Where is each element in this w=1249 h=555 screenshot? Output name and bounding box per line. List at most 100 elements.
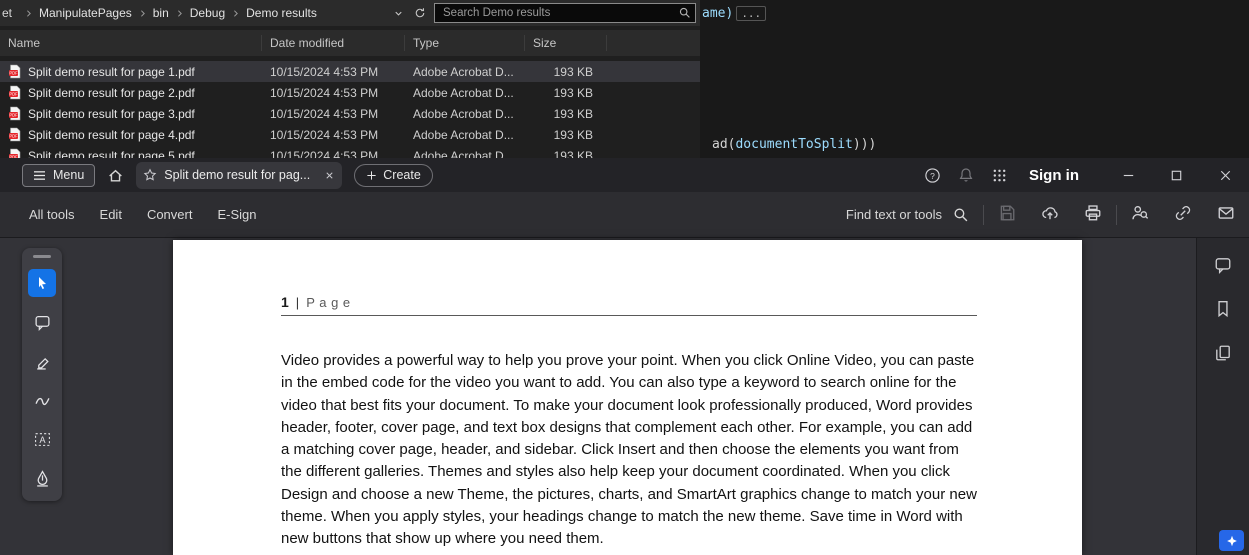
tab-close-icon[interactable]	[324, 170, 335, 181]
file-date: 10/15/2024 4:53 PM	[270, 106, 379, 121]
column-header-name[interactable]: Name	[0, 35, 262, 51]
sign-tool-button[interactable]	[28, 464, 56, 492]
column-headers: Name Date modified Type Size	[0, 30, 700, 56]
code-line: ame)...	[702, 6, 767, 21]
explorer-address-bar: et ManipulatePages bin Debug Demo result…	[0, 0, 700, 26]
pdf-file-icon: PDF	[8, 106, 22, 121]
minimize-icon[interactable]	[1121, 168, 1136, 183]
breadcrumb-chevron-icon	[175, 9, 184, 18]
file-date: 10/15/2024 4:53 PM	[270, 127, 379, 142]
menu-button[interactable]: Menu	[22, 163, 96, 187]
tab-title: Split demo result for pag...	[164, 168, 311, 182]
maximize-icon[interactable]	[1169, 168, 1184, 183]
cursor-arrow-icon	[34, 275, 50, 291]
file-list: PDF Split demo result for page 1.pdf 10/1…	[0, 61, 700, 158]
code-variable: documentToSplit	[735, 137, 853, 152]
home-icon[interactable]	[107, 167, 124, 184]
file-row[interactable]: PDF Split demo result for page 3.pdf 10/1…	[0, 103, 700, 124]
explorer-search	[434, 3, 696, 23]
close-icon[interactable]	[1218, 168, 1233, 183]
edit-button[interactable]: Edit	[98, 203, 124, 226]
convert-button[interactable]: Convert	[145, 203, 195, 226]
comments-panel-button[interactable]	[1209, 251, 1237, 279]
help-icon[interactable]: ?	[924, 167, 941, 184]
file-type: Adobe Acrobat D...	[413, 106, 514, 121]
file-row[interactable]: PDF Split demo result for page 5.pdf 10/1…	[0, 145, 700, 158]
svg-text:PDF: PDF	[9, 92, 18, 97]
file-row[interactable]: PDF Split demo result for page 2.pdf 10/1…	[0, 82, 700, 103]
draw-tool-button[interactable]	[28, 386, 56, 414]
refresh-icon[interactable]	[414, 7, 426, 19]
print-icon[interactable]	[1084, 204, 1102, 225]
file-row[interactable]: PDF Split demo result for page 4.pdf 10/1…	[0, 124, 700, 145]
star-icon[interactable]	[143, 168, 157, 182]
create-button[interactable]: Create	[354, 163, 433, 187]
svg-text:A: A	[39, 434, 45, 444]
find-label: Find text or tools	[845, 207, 942, 222]
breadcrumb-item-bin[interactable]: bin	[151, 6, 171, 20]
breadcrumb-item-manipulatepages[interactable]: ManipulatePages	[37, 6, 134, 20]
file-explorer-window: et ManipulatePages bin Debug Demo result…	[0, 0, 700, 158]
explorer-search-input[interactable]	[434, 3, 696, 23]
code-fold-badge[interactable]: ...	[736, 6, 767, 21]
file-name: Split demo result for page 5.pdf	[28, 148, 195, 159]
column-header-type[interactable]: Type	[405, 35, 525, 51]
ai-assistant-button[interactable]	[1219, 530, 1244, 551]
email-icon[interactable]	[1217, 204, 1235, 225]
bookmarks-panel-button[interactable]	[1209, 295, 1237, 323]
file-name: Split demo result for page 3.pdf	[28, 106, 195, 121]
breadcrumb-chevron-icon	[138, 9, 147, 18]
highlight-tool-button[interactable]	[28, 347, 56, 375]
code-editor-background: ame)... ad(documentToSplit)))	[700, 0, 1249, 158]
svg-text:PDF: PDF	[9, 71, 18, 76]
address-dropdown-icon[interactable]	[393, 8, 404, 19]
toolbar-menu-items: All tools Edit Convert E-Sign	[0, 203, 259, 226]
link-icon[interactable]	[1174, 204, 1192, 225]
add-comment-tool-button[interactable]	[28, 308, 56, 336]
column-header-date-modified[interactable]: Date modified	[262, 35, 405, 51]
code-text: )))	[852, 137, 877, 152]
all-tools-button[interactable]: All tools	[27, 203, 77, 226]
code-text: ame)	[702, 6, 734, 21]
document-text[interactable]: Video provides a powerful way to help yo…	[281, 350, 981, 551]
header-rule	[281, 315, 977, 316]
pdf-page: 1 | P a g e Video provides a powerful wa…	[173, 240, 1082, 555]
search-icon[interactable]	[678, 6, 691, 19]
sparkle-icon	[1226, 535, 1238, 547]
document-workspace: A 1 | P a g e Video provides a powerful	[0, 238, 1249, 555]
pen-nib-icon	[34, 469, 51, 487]
file-date: 10/15/2024 4:53 PM	[270, 148, 379, 159]
pages-panel-button[interactable]	[1209, 339, 1237, 367]
find-people-icon[interactable]	[1131, 204, 1149, 225]
file-row[interactable]: PDF Split demo result for page 1.pdf 10/1…	[0, 61, 700, 82]
notifications-bell-icon[interactable]	[958, 167, 974, 183]
toolbar-divider	[983, 204, 984, 225]
select-tool-button[interactable]	[28, 269, 56, 297]
drag-handle[interactable]	[33, 255, 51, 258]
add-text-tool-button[interactable]: A	[28, 425, 56, 453]
sign-in-button[interactable]: Sign in	[1029, 167, 1079, 184]
bookmark-icon	[1214, 300, 1232, 318]
column-header-size[interactable]: Size	[525, 35, 607, 51]
breadcrumb-item-demo-results[interactable]: Demo results	[244, 6, 319, 20]
breadcrumb-item-debug[interactable]: Debug	[188, 6, 227, 20]
file-name: Split demo result for page 1.pdf	[28, 64, 195, 79]
file-type: Adobe Acrobat D...	[413, 148, 514, 159]
document-tab[interactable]: Split demo result for pag...	[136, 161, 343, 189]
file-type: Adobe Acrobat D...	[413, 64, 514, 79]
cloud-upload-icon[interactable]	[1041, 204, 1059, 225]
find-text-or-tools-button[interactable]: Find text or tools	[846, 206, 969, 223]
svg-text:PDF: PDF	[9, 113, 18, 118]
code-text: ad(	[712, 137, 736, 152]
screen: et ManipulatePages bin Debug Demo result…	[0, 0, 1249, 555]
apps-grid-icon[interactable]	[992, 168, 1007, 183]
page-header-number: 1	[281, 294, 289, 310]
file-date: 10/15/2024 4:53 PM	[270, 85, 379, 100]
copy-pages-icon	[1214, 344, 1232, 362]
pdf-file-icon: PDF	[8, 148, 22, 158]
acrobat-window: Menu Split demo result for pag... Create	[0, 158, 1249, 555]
save-icon[interactable]	[998, 204, 1016, 225]
toolbar-actions: Find text or tools	[846, 204, 1249, 225]
esign-button[interactable]: E-Sign	[215, 203, 258, 226]
file-name: Split demo result for page 4.pdf	[28, 127, 195, 142]
